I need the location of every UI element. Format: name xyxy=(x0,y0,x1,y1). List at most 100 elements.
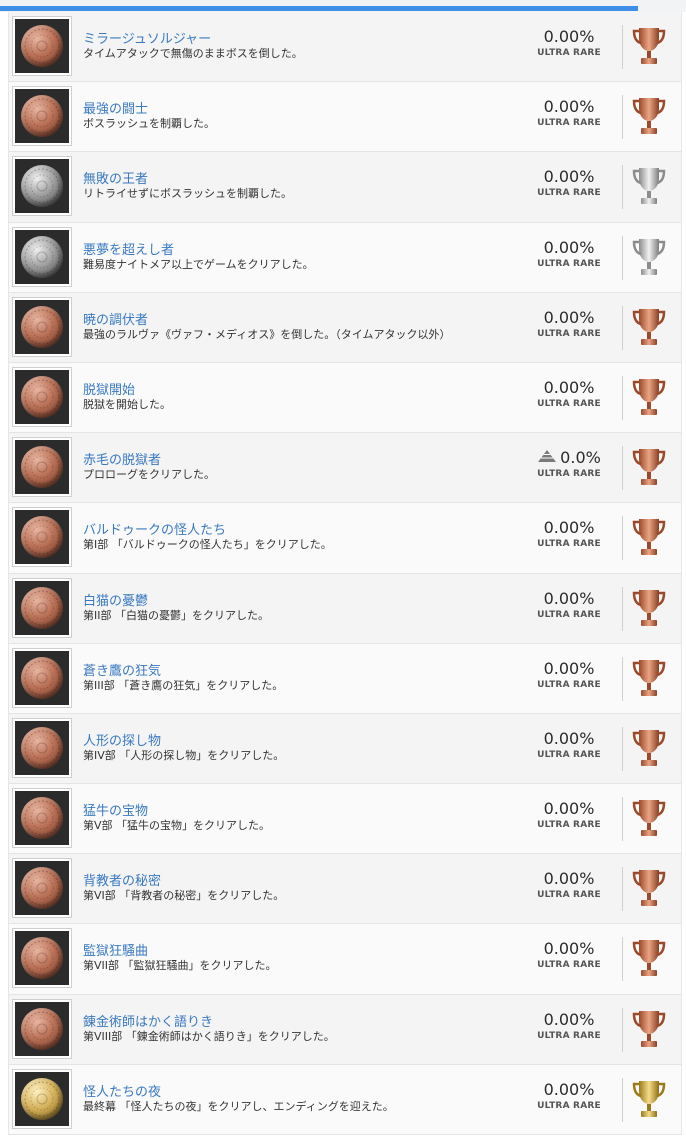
trophy-thumbnail xyxy=(12,156,72,217)
trophy-row[interactable]: バルドゥークの怪人たち 第I部 「バルドゥークの怪人たち」をクリアした。 0.0… xyxy=(9,503,681,574)
trophy-thumbnail xyxy=(12,226,72,287)
trophy-row[interactable]: 脱獄開始 脱獄を開始した。 0.00% ULTRA RARE xyxy=(9,362,681,434)
trophy-row[interactable]: ミラージュソルジャー タイムアタックで無傷のままボスを倒した。 0.00% UL… xyxy=(9,12,681,83)
trophy-row[interactable]: 人形の探し物 第IV部 「人形の探し物」をクリアした。 0.00% ULTRA … xyxy=(9,713,681,785)
rarity-label: ULTRA RARE xyxy=(537,890,601,901)
trophy-description: 脱獄を開始した。 xyxy=(83,397,171,411)
trophy-row[interactable]: 白猫の憂鬱 第II部 「白猫の憂鬱」をクリアした。 0.00% ULTRA RA… xyxy=(9,573,681,644)
trophy-row[interactable]: 監獄狂騒曲 第VII部 「監獄狂騒曲」をクリアした。 0.00% ULTRA R… xyxy=(9,924,681,995)
divider xyxy=(622,165,623,210)
trophy-description: 第V部 「猛牛の宝物」をクリアした。 xyxy=(83,819,271,833)
trophy-thumbnail xyxy=(12,86,72,147)
rarity-percent: 0.00% xyxy=(543,588,595,608)
trophy-rarity: 0.00% ULTRA RARE xyxy=(514,27,624,58)
trophy-description: 第VI部 「背教者の秘密」をクリアした。 xyxy=(83,889,285,903)
trophy-thumbnail xyxy=(12,998,72,1059)
trophy-description: 第III部 「蒼き鷹の狂気」をクリアした。 xyxy=(83,678,284,692)
rarity-percent: 0.00% xyxy=(543,518,595,538)
divider xyxy=(622,95,623,140)
trophy-list: ミラージュソルジャー タイムアタックで無傷のままボスを倒した。 0.00% UL… xyxy=(8,12,682,1135)
trophy-thumbnail xyxy=(12,928,72,989)
rarity-percent: 0.00% xyxy=(543,237,595,257)
trophy-description: 第IV部 「人形の探し物」をクリアした。 xyxy=(83,748,285,762)
trophy-rarity: 0.00% ULTRA RARE xyxy=(514,1080,624,1111)
trophy-thumbnail xyxy=(12,858,72,919)
coin-image xyxy=(21,95,63,138)
bronze-trophy-icon xyxy=(631,24,667,68)
trophy-title[interactable]: 最強の闘士 xyxy=(83,98,148,117)
trophy-row[interactable]: 暁の調伏者 最強のラルヴァ《ヴァフ・メディオス》を倒した。（タイムアタック以外）… xyxy=(9,292,681,363)
silver-trophy-icon xyxy=(631,235,667,279)
trophy-title[interactable]: 監獄狂騒曲 xyxy=(83,940,148,959)
bronze-trophy-icon xyxy=(631,445,667,489)
trophy-description: リトライせずにボスラッシュを制覇した。 xyxy=(83,187,292,201)
trophy-title[interactable]: 脱獄開始 xyxy=(83,379,135,398)
trophy-title[interactable]: 猛牛の宝物 xyxy=(83,800,148,819)
divider xyxy=(622,656,623,701)
rarity-percent: 0.00% xyxy=(543,97,595,117)
trophy-description: 第II部 「白猫の憂鬱」をクリアした。 xyxy=(83,608,269,622)
trophy-row[interactable]: 猛牛の宝物 第V部 「猛牛の宝物」をクリアした。 0.00% ULTRA RAR… xyxy=(9,784,681,855)
rarity-label: ULTRA RARE xyxy=(537,609,601,620)
rarity-percent: 0.00% xyxy=(543,939,595,959)
rarity-percent: 0.00% xyxy=(543,658,595,678)
rarity-percent: 0.00% xyxy=(543,1009,595,1029)
trophy-title[interactable]: 蒼き鷹の狂気 xyxy=(83,660,161,679)
trophy-rarity: 0.00% ULTRA RARE xyxy=(514,308,624,339)
trophy-thumbnail xyxy=(12,16,72,76)
rarity-label: ULTRA RARE xyxy=(537,118,601,129)
trophy-rarity: 0.00% ULTRA RARE xyxy=(514,238,624,269)
trophy-row[interactable]: 最強の闘士 ボスラッシュを制覇した。 0.00% ULTRA RARE xyxy=(9,82,681,153)
coin-image xyxy=(21,1007,63,1050)
coin-image xyxy=(21,25,63,67)
coin-image xyxy=(21,726,63,769)
bronze-trophy-icon xyxy=(631,515,667,559)
trophy-row[interactable]: 怪人たちの夜 最終幕 「怪人たちの夜」をクリアし、エンディングを迎えた。 0.0… xyxy=(9,1064,681,1135)
trophy-title[interactable]: 暁の調伏者 xyxy=(83,309,148,328)
rarity-percent: 0.00% xyxy=(543,377,595,397)
bronze-trophy-icon xyxy=(631,936,667,980)
trophy-thumbnail xyxy=(12,296,72,357)
trophy-thumbnail xyxy=(12,717,72,778)
trophy-title[interactable]: 無敗の王者 xyxy=(83,168,148,187)
trophy-row[interactable]: 背教者の秘密 第VI部 「背教者の秘密」をクリアした。 0.00% ULTRA … xyxy=(9,854,681,925)
coin-image xyxy=(21,235,63,278)
trophy-row[interactable]: 錬金術師はかく語りき 第VIII部 「錬金術師はかく語りき」をクリアした。 0.… xyxy=(9,994,681,1065)
trophy-title[interactable]: バルドゥークの怪人たち xyxy=(83,519,226,538)
trophy-row[interactable]: 蒼き鷹の狂気 第III部 「蒼き鷹の狂気」をクリアした。 0.00% ULTRA… xyxy=(9,643,681,714)
bronze-trophy-icon xyxy=(631,305,667,349)
trophy-rarity: 0.0% ULTRA RARE xyxy=(514,448,624,479)
trophy-title[interactable]: 悪夢を超えし者 xyxy=(83,239,174,258)
rarity-label: ULTRA RARE xyxy=(537,1030,601,1041)
rarity-label: ULTRA RARE xyxy=(537,469,601,480)
trophy-row[interactable]: 悪夢を超えし者 難易度ナイトメア以上でゲームをクリアした。 0.00% ULTR… xyxy=(9,222,681,293)
coin-image xyxy=(21,867,63,910)
trophy-description: 最終幕 「怪人たちの夜」をクリアし、エンディングを迎えた。 xyxy=(83,1099,394,1113)
trophy-title[interactable]: 赤毛の脱獄者 xyxy=(83,449,161,468)
trophy-title[interactable]: ミラージュソルジャー xyxy=(83,28,211,47)
trophy-title[interactable]: 背教者の秘密 xyxy=(83,870,161,889)
trophy-thumbnail xyxy=(12,1068,72,1129)
trophy-row[interactable]: 無敗の王者 リトライせずにボスラッシュを制覇した。 0.00% ULTRA RA… xyxy=(9,152,681,223)
trophy-description: 第VII部 「監獄狂騒曲」をクリアした。 xyxy=(83,959,277,973)
rarity-percent: 0.00% xyxy=(543,799,595,819)
trophy-rarity: 0.00% ULTRA RARE xyxy=(514,799,624,830)
rarity-label: ULTRA RARE xyxy=(537,1100,601,1111)
trophy-description: 第I部 「バルドゥークの怪人たち」をクリアした。 xyxy=(83,538,332,552)
divider xyxy=(622,446,623,491)
divider xyxy=(622,797,623,842)
trophy-title[interactable]: 白猫の憂鬱 xyxy=(83,590,148,609)
bronze-trophy-icon xyxy=(631,656,667,700)
silver-trophy-icon xyxy=(631,164,667,208)
trophy-title[interactable]: 人形の探し物 xyxy=(83,730,161,749)
trophy-rarity: 0.00% ULTRA RARE xyxy=(514,518,624,549)
trophy-description: 第VIII部 「錬金術師はかく語りき」をクリアした。 xyxy=(83,1029,335,1043)
trophy-title[interactable]: 錬金術師はかく語りき xyxy=(83,1011,213,1030)
rarity-label: ULTRA RARE xyxy=(537,749,601,760)
divider xyxy=(622,726,623,771)
coin-image xyxy=(21,1077,63,1120)
rarity-percent: 0.00% xyxy=(543,307,595,327)
trophy-description: タイムアタックで無傷のままボスを倒した。 xyxy=(83,47,303,60)
trophy-title[interactable]: 怪人たちの夜 xyxy=(83,1081,161,1100)
trophy-row[interactable]: 赤毛の脱獄者 プロローグをクリアした。 0.0% ULTRA RARE xyxy=(9,433,681,504)
